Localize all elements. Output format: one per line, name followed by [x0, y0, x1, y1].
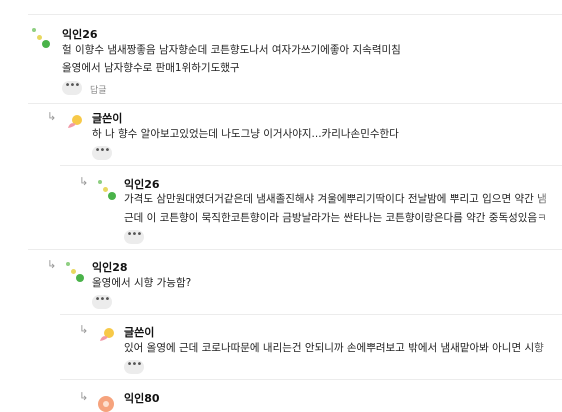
divider [28, 103, 562, 104]
text-fade [534, 188, 562, 228]
avatar [98, 396, 114, 412]
more-options-button[interactable]: ••• [62, 81, 82, 95]
reply-arrow-icon: ↳ [79, 175, 89, 188]
reply-link[interactable]: 답글 [90, 83, 107, 96]
avatar [98, 180, 118, 202]
text-fade [534, 338, 562, 358]
more-options-button[interactable]: ••• [92, 146, 112, 160]
divider [60, 379, 562, 380]
comment-text: 올영에서 시향 가능함? [92, 277, 192, 289]
comment-text: 헐 이향수 냄새짱좋음 남자향순데 코튼향도나서 여자가쓰기에좋아 지속력미침 [62, 44, 401, 56]
reply-arrow-icon: ↳ [79, 323, 89, 336]
more-options-button[interactable]: ••• [92, 295, 112, 309]
reply-arrow-icon: ↳ [47, 258, 57, 271]
comment-nickname[interactable]: 익인26 [124, 176, 160, 192]
reply-arrow-icon: ↳ [47, 110, 57, 123]
comment-nickname[interactable]: 글쓴이 [92, 110, 122, 126]
more-options-button[interactable]: ••• [124, 360, 144, 374]
comment-text: 근데 이 코튼향이 묵직한코튼향이라 금방날라가는 싼타나는 코튼향이랑은다름 … [124, 212, 547, 224]
divider [28, 14, 562, 15]
reply-arrow-icon: ↳ [79, 390, 89, 403]
divider [60, 314, 562, 315]
comment-nickname[interactable]: 익인26 [62, 26, 98, 42]
comment-text: 있어 올영에 근데 코로나따문에 내리는건 안되니까 손에뿌려보고 밖에서 냄새… [124, 342, 544, 354]
divider [60, 165, 562, 166]
comment-nickname[interactable]: 글쓴이 [124, 324, 154, 340]
comment-text: 올영에서 남자향수로 판매1위하기도했구 [62, 62, 240, 74]
comment-nickname[interactable]: 익인28 [92, 259, 128, 275]
comment-text: 가격도 삼만원대였더거같은데 냄새졸진해샤 겨울에뿌리기딱이다 전날밤에 뿌리고… [124, 193, 547, 205]
avatar [32, 28, 52, 50]
comment-nickname[interactable]: 익인80 [124, 390, 160, 406]
avatar [66, 262, 86, 284]
more-options-button[interactable]: ••• [124, 230, 144, 244]
divider [28, 249, 562, 250]
comment-text: 하 나 향수 알아보고있었는데 나도그냥 이거사야지...카리나손민수한다 [92, 128, 399, 140]
author-avatar [100, 328, 114, 341]
author-avatar [68, 115, 82, 128]
